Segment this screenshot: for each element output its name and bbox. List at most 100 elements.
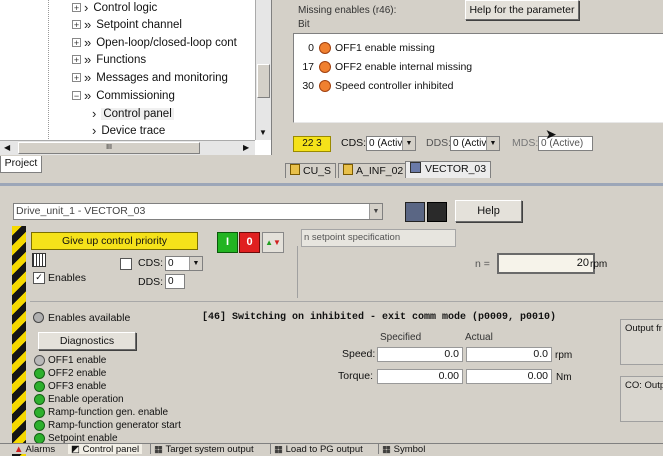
rpm-unit: rpm [590,259,608,270]
co-output-box: CO: Outp [620,376,663,422]
enables-available-label: Enables available [48,312,131,324]
tree-item-setpoint-channel[interactable]: +» Setpoint channel [72,16,182,33]
pc-icon[interactable] [427,202,447,222]
tree-vertical-scrollbar[interactable]: ▼ [255,0,271,140]
help-button[interactable]: Help [455,200,522,222]
bit-header: Bit [298,19,310,30]
scroll-thumb-horizontal[interactable]: III [18,142,200,154]
diagnostics-button[interactable]: Diagnostics [38,332,136,350]
actual-header: Actual [465,332,493,343]
torque-actual-value: 0.00 [466,369,552,384]
specified-header: Specified [380,332,422,343]
expand-icon[interactable]: + [72,20,81,30]
warning-led-icon [319,42,331,54]
expand-icon[interactable]: + [72,38,81,48]
speed-label: Speed: [342,348,376,360]
tree-item-messages[interactable]: +» Messages and monitoring [72,69,228,86]
tree-item-device-trace[interactable]: › Device trace [92,122,165,139]
mouse-pointer-icon: ➤ [545,126,557,142]
enable-ok-led-icon [34,368,45,379]
torque-specified-value: 0.00 [377,369,463,384]
torque-label: Torque: [338,370,374,382]
enable-ok-led-icon [34,407,45,418]
off-button[interactable]: 0 [239,232,260,253]
tab-vector-03[interactable]: VECTOR_03 [405,161,492,178]
scroll-right-icon[interactable]: ▶ [243,143,249,152]
speed-specified-value: 0.0 [377,347,463,362]
tree-item-commissioning[interactable]: −» Commissioning [72,87,175,104]
dds-panel-value: 0 [165,274,185,289]
setpoint-specification-box[interactable]: n setpoint specification [301,229,456,247]
missing-row: 17 OFF2 enable internal missing [302,61,473,73]
scroll-left-icon[interactable]: ◀ [4,143,10,152]
cds-panel-label: CDS: [138,257,164,269]
expand-icon[interactable]: + [72,73,81,83]
tab-cu-s[interactable]: CU_S [285,163,337,178]
enable-item: OFF2 enable [34,368,106,379]
double-chevron-icon: » [84,88,92,103]
dropdown-arrow-icon[interactable]: ▼ [402,137,415,150]
dropdown-arrow-icon[interactable]: ▼ [369,204,382,219]
missing-enables-list: 0 OFF1 enable missing 17 OFF2 enable int… [293,33,663,123]
control-panel-area: Drive_unit_1 - VECTOR_03 ▼ Help Give up c… [0,183,663,456]
tree-item-control-panel[interactable]: › Control panel [92,105,174,122]
enable-ok-led-icon [34,381,45,392]
tree-item-functions[interactable]: +» Functions [72,51,146,68]
expand-icon[interactable]: + [72,3,81,13]
parameter-panel: Missing enables (r46): Bit Help for the … [285,0,663,125]
cds-select[interactable]: 0 (Activ ▼ [366,136,416,151]
double-chevron-icon: » [84,52,92,67]
status-message: [46] Switching on inhibited - exit comm … [202,312,557,323]
double-chevron-icon: » [84,70,92,85]
tree-item-open-loop[interactable]: +» Open-loop/closed-loop cont [72,34,237,51]
speed-unit: rpm [555,350,573,361]
enable-item: OFF3 enable [34,381,106,392]
help-parameter-button[interactable]: Help for the parameter [465,0,579,20]
cds-checkbox[interactable] [120,258,132,270]
scroll-down-icon[interactable]: ▼ [259,128,267,137]
dds-select[interactable]: 0 (Activ ▼ [450,136,500,151]
dds-panel-label: DDS: [138,276,164,288]
expand-icon[interactable]: + [72,55,81,65]
double-chevron-icon: » [84,35,92,50]
enable-item: Enable operation [34,394,124,405]
give-up-priority-button[interactable]: Give up control priority [31,232,198,250]
enable-ok-led-icon [34,420,45,431]
collapse-icon[interactable]: − [72,91,81,101]
enables-checkbox[interactable]: ✓ [33,272,45,284]
drive-select[interactable]: Drive_unit_1 - VECTOR_03 ▼ [13,203,383,220]
hazard-stripe [12,226,26,456]
drive-number-indicator: 22 3 [293,136,331,152]
project-tab[interactable]: Project [0,156,42,173]
speed-setpoint-input[interactable]: 20 [497,253,595,274]
enable-ok-led-icon [34,355,45,366]
missing-row: 30 Speed controller inhibited [302,80,454,92]
scroll-thumb[interactable] [257,64,270,98]
tree-horizontal-scrollbar[interactable]: ◀ III ▶ [0,140,255,155]
warning-led-icon [319,80,331,92]
document-icon [343,164,353,175]
enable-item: Ramp-function generator start [34,420,181,431]
chevron-right-icon: › [92,106,97,121]
dropdown-arrow-icon[interactable]: ▼ [189,257,202,270]
output-box: Output fr [620,319,663,365]
on-button[interactable]: I [217,232,238,253]
enables-available-led-icon [33,312,44,323]
enable-item: Ramp-function gen. enable [34,407,168,418]
chevron-right-icon: › [92,123,97,138]
missing-row: 0 OFF1 enable missing [308,42,435,54]
direction-arrows-icon[interactable]: ▲▼ [262,232,284,253]
monitor-icon[interactable] [405,202,425,222]
warning-led-icon [319,61,331,73]
enables-label: Enables [48,272,86,284]
cds-label: CDS: [341,137,367,149]
double-chevron-icon: » [84,17,92,32]
tab-a-inf-02[interactable]: A_INF_02 [338,163,409,178]
dropdown-arrow-icon[interactable]: ▼ [486,137,499,150]
cds-panel-select[interactable]: 0 ▼ [165,256,203,271]
enable-ok-led-icon [34,394,45,405]
chevron-right-icon: › [84,0,89,15]
keypad-icon [32,253,46,267]
motor-icon [410,162,421,173]
tree-item-control-logic[interactable]: + › Control logic [72,0,157,16]
